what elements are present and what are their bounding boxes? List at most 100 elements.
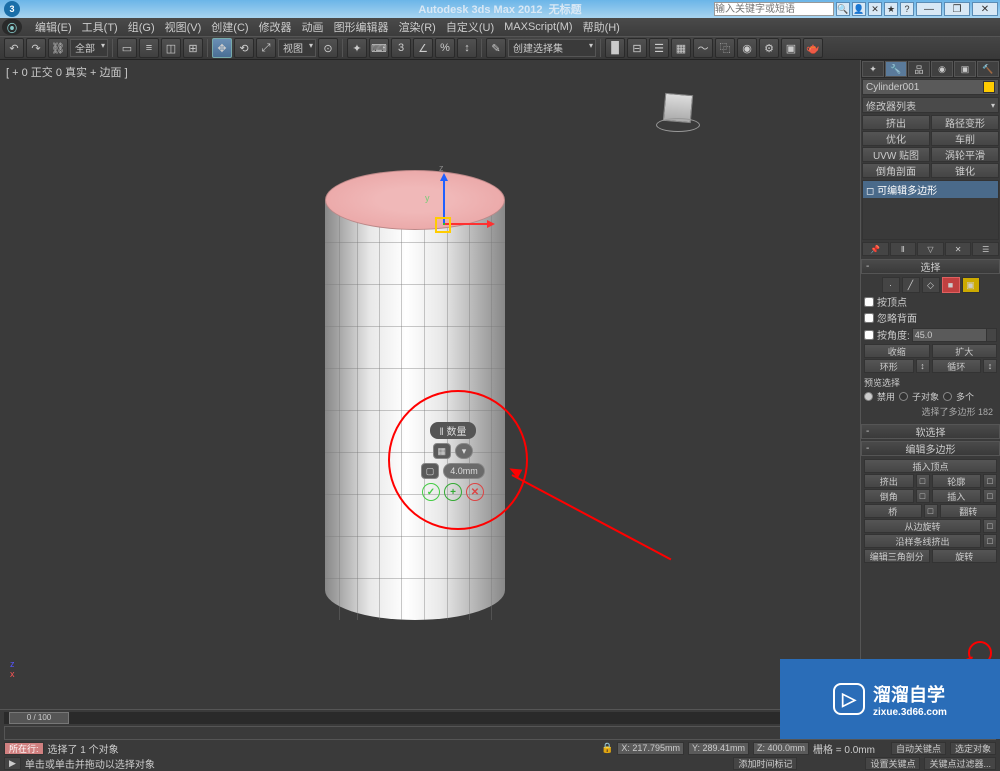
menu-group[interactable]: 组(G) — [123, 19, 160, 35]
subobj-edge[interactable]: ╱ — [902, 277, 920, 293]
mod-taper[interactable]: 锥化 — [931, 163, 999, 178]
undo-button[interactable]: ↶ — [4, 38, 24, 58]
lock-icon[interactable]: 🔒 — [601, 743, 613, 754]
tab-hierarchy[interactable]: 品 — [908, 61, 930, 77]
preview-subobj-radio[interactable] — [899, 392, 908, 401]
object-color-swatch[interactable] — [983, 81, 995, 93]
configure-sets[interactable]: ☰ — [972, 242, 999, 256]
infocenter-exchange[interactable]: ✕ — [868, 2, 882, 16]
move-gizmo[interactable]: z y — [415, 175, 495, 255]
infocenter-signin[interactable]: 👤 — [852, 2, 866, 16]
spinner-snap[interactable]: ↕ — [457, 38, 477, 58]
key-filters[interactable]: 关键点过滤器... — [924, 757, 996, 770]
tab-modify[interactable]: 🔧 — [885, 61, 907, 77]
mod-turbosmooth[interactable]: 涡轮平滑 — [931, 147, 999, 162]
menu-edit[interactable]: 编辑(E) — [30, 19, 77, 35]
coord-z[interactable]: Z: 400.0mm — [753, 742, 809, 755]
rendered-frame[interactable]: ▣ — [781, 38, 801, 58]
hinge-settings[interactable]: □ — [983, 519, 997, 533]
preview-off-radio[interactable] — [864, 392, 873, 401]
inset-settings[interactable]: □ — [983, 489, 997, 503]
selection-filter[interactable]: 全部 — [70, 39, 108, 57]
subobj-vertex[interactable]: · — [882, 277, 900, 293]
tab-utilities[interactable]: 🔨 — [977, 61, 999, 77]
angle-snap[interactable]: ∠ — [413, 38, 433, 58]
subobj-polygon[interactable]: ■ — [942, 277, 960, 293]
mod-pathdeform[interactable]: 路径变形 — [931, 115, 999, 130]
select-and-manipulate[interactable]: ✦ — [347, 38, 367, 58]
curve-editor[interactable]: 〜 — [693, 38, 713, 58]
show-end-result[interactable]: Ⅱ — [890, 242, 917, 256]
bridge-button[interactable]: 桥 — [864, 504, 922, 518]
menu-create[interactable]: 创建(C) — [206, 19, 253, 35]
edit-named-sel[interactable]: ✎ — [486, 38, 506, 58]
infocenter-search-button[interactable]: 🔍 — [836, 2, 850, 16]
mod-uvwmap[interactable]: UVW 贴图 — [862, 147, 930, 162]
extrude-settings[interactable]: □ — [916, 474, 930, 488]
retri-button[interactable]: 旋转 — [932, 549, 998, 563]
select-region[interactable]: ◫ — [161, 38, 181, 58]
viewport-label[interactable]: [ + 0 正交 0 真实 + 边面 ] — [6, 64, 128, 80]
tab-display[interactable]: ▣ — [954, 61, 976, 77]
mod-extrude[interactable]: 挤出 — [862, 115, 930, 130]
extrude-spline-button[interactable]: 沿样条线挤出 — [864, 534, 981, 548]
pin-stack[interactable]: 📌 — [862, 242, 889, 256]
mod-optimize[interactable]: 优化 — [862, 131, 930, 146]
rollout-edit-polygons[interactable]: 编辑多边形 — [861, 441, 1000, 456]
add-time-tag[interactable]: 添加时间标记 — [733, 757, 797, 770]
mirror-button[interactable]: ▐▌ — [605, 38, 625, 58]
render-production[interactable]: 🫖 — [803, 38, 823, 58]
loop-spinner[interactable]: ↕ — [983, 359, 997, 373]
infocenter-help[interactable]: ? — [900, 2, 914, 16]
align-button[interactable]: ⊟ — [627, 38, 647, 58]
make-unique[interactable]: ▽ — [917, 242, 944, 256]
loop-button[interactable]: 循环 — [932, 359, 982, 373]
snaps-toggle[interactable]: 3 — [391, 38, 411, 58]
app-menu-button[interactable]: ⦿ — [2, 19, 22, 35]
modifier-stack[interactable]: ◻ 可编辑多边形 — [862, 180, 999, 240]
select-by-name[interactable]: ≡ — [139, 38, 159, 58]
outline-button[interactable]: 轮廓 — [932, 474, 982, 488]
time-slider-handle[interactable]: 0 / 100 — [9, 712, 69, 724]
menu-views[interactable]: 视图(V) — [160, 19, 207, 35]
angle-spinner[interactable]: 45.0 — [912, 328, 997, 342]
shrink-button[interactable]: 收缩 — [864, 344, 930, 358]
window-close[interactable]: ✕ — [972, 2, 998, 16]
redo-button[interactable]: ↷ — [26, 38, 46, 58]
remove-modifier[interactable]: ✕ — [945, 242, 972, 256]
ring-spinner[interactable]: ↕ — [916, 359, 930, 373]
keyfilter-selected[interactable]: 选定对象 — [950, 742, 996, 755]
window-minimize[interactable]: — — [916, 2, 942, 16]
by-angle-checkbox[interactable]: 按角度: — [864, 327, 910, 342]
setkey-button[interactable]: 设置关键点 — [865, 757, 920, 770]
flip-button[interactable]: 翻转 — [940, 504, 998, 518]
percent-snap[interactable]: % — [435, 38, 455, 58]
by-vertex-checkbox[interactable]: 按顶点 — [864, 294, 997, 309]
infocenter-search[interactable] — [714, 2, 834, 16]
select-object[interactable]: ▭ — [117, 38, 137, 58]
infocenter-favorites[interactable]: ★ — [884, 2, 898, 16]
extrude-button[interactable]: 挤出 — [864, 474, 914, 488]
use-pivot-center[interactable]: ⊙ — [318, 38, 338, 58]
mod-lathe[interactable]: 车削 — [931, 131, 999, 146]
ref-coord-system[interactable]: 视图 — [278, 39, 316, 57]
subobj-element[interactable]: ▣ — [962, 277, 980, 293]
window-crossing[interactable]: ⊞ — [183, 38, 203, 58]
preview-multi-radio[interactable] — [943, 392, 952, 401]
viewport[interactable]: [ + 0 正交 0 真实 + 边面 ] z — [0, 60, 860, 709]
rollout-soft-selection[interactable]: 软选择 — [861, 424, 1000, 439]
menu-tools[interactable]: 工具(T) — [77, 19, 123, 35]
mod-bevelprofile[interactable]: 倒角剖面 — [862, 163, 930, 178]
stack-editable-poly[interactable]: ◻ 可编辑多边形 — [863, 181, 998, 198]
ring-button[interactable]: 环形 — [864, 359, 914, 373]
menu-maxscript[interactable]: MAXScript(M) — [499, 21, 577, 33]
menu-modifiers[interactable]: 修改器 — [254, 19, 297, 35]
window-maximize[interactable]: ❐ — [944, 2, 970, 16]
bevel-button[interactable]: 倒角 — [864, 489, 914, 503]
menu-customize[interactable]: 自定义(U) — [441, 19, 499, 35]
bevel-settings[interactable]: □ — [916, 489, 930, 503]
menu-rendering[interactable]: 渲染(R) — [394, 19, 441, 35]
menu-grapheditors[interactable]: 图形编辑器 — [329, 19, 394, 35]
keyboard-shortcut-toggle[interactable]: ⌨ — [369, 38, 389, 58]
viewcube[interactable] — [656, 90, 700, 134]
